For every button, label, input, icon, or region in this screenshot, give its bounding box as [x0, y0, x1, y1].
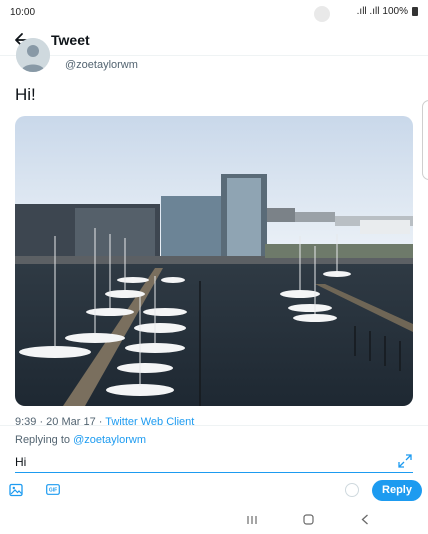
tweet-photo[interactable]	[15, 116, 413, 406]
avatar[interactable]	[16, 38, 50, 72]
signal-icon: .ıll .ıll	[356, 6, 380, 17]
header-divider	[0, 55, 428, 56]
tweet-text: Hi!	[15, 85, 36, 104]
status-bar: 10:00 .ıll .ıll 100%	[0, 0, 428, 26]
harbor-photo	[15, 116, 413, 406]
status-right: .ıll .ıll 100%	[357, 6, 418, 17]
recents-icon[interactable]	[246, 515, 258, 525]
character-count-circle	[345, 483, 359, 497]
status-time: 10:00	[10, 7, 36, 18]
gif-icon[interactable]: GIF	[46, 484, 60, 495]
battery-level: 100%	[382, 6, 408, 17]
image-icon[interactable]	[9, 483, 23, 497]
replying-to-mention[interactable]: @zoetaylorwm	[73, 434, 146, 446]
default-profile-icon	[16, 38, 50, 72]
system-navigation-bar	[0, 509, 428, 534]
gif-label: GIF	[49, 488, 57, 494]
chevron-left-icon[interactable]	[361, 514, 369, 525]
author-handle[interactable]: @zoetaylorwm	[65, 59, 138, 71]
page-title: Tweet	[51, 32, 90, 48]
reply-button[interactable]: Reply	[372, 480, 422, 501]
edge-panel-handle[interactable]	[422, 100, 428, 180]
replying-to-label: Replying to	[15, 434, 74, 446]
reply-input[interactable]: Hi	[15, 455, 355, 469]
replying-to: Replying to @zoetaylorwm	[15, 434, 146, 446]
battery-icon	[412, 7, 418, 16]
expand-icon[interactable]	[398, 454, 412, 468]
home-icon[interactable]	[303, 514, 314, 525]
app-header: Tweet	[0, 26, 428, 56]
reply-input-underline	[15, 472, 413, 473]
status-indicator-dot	[314, 6, 330, 22]
